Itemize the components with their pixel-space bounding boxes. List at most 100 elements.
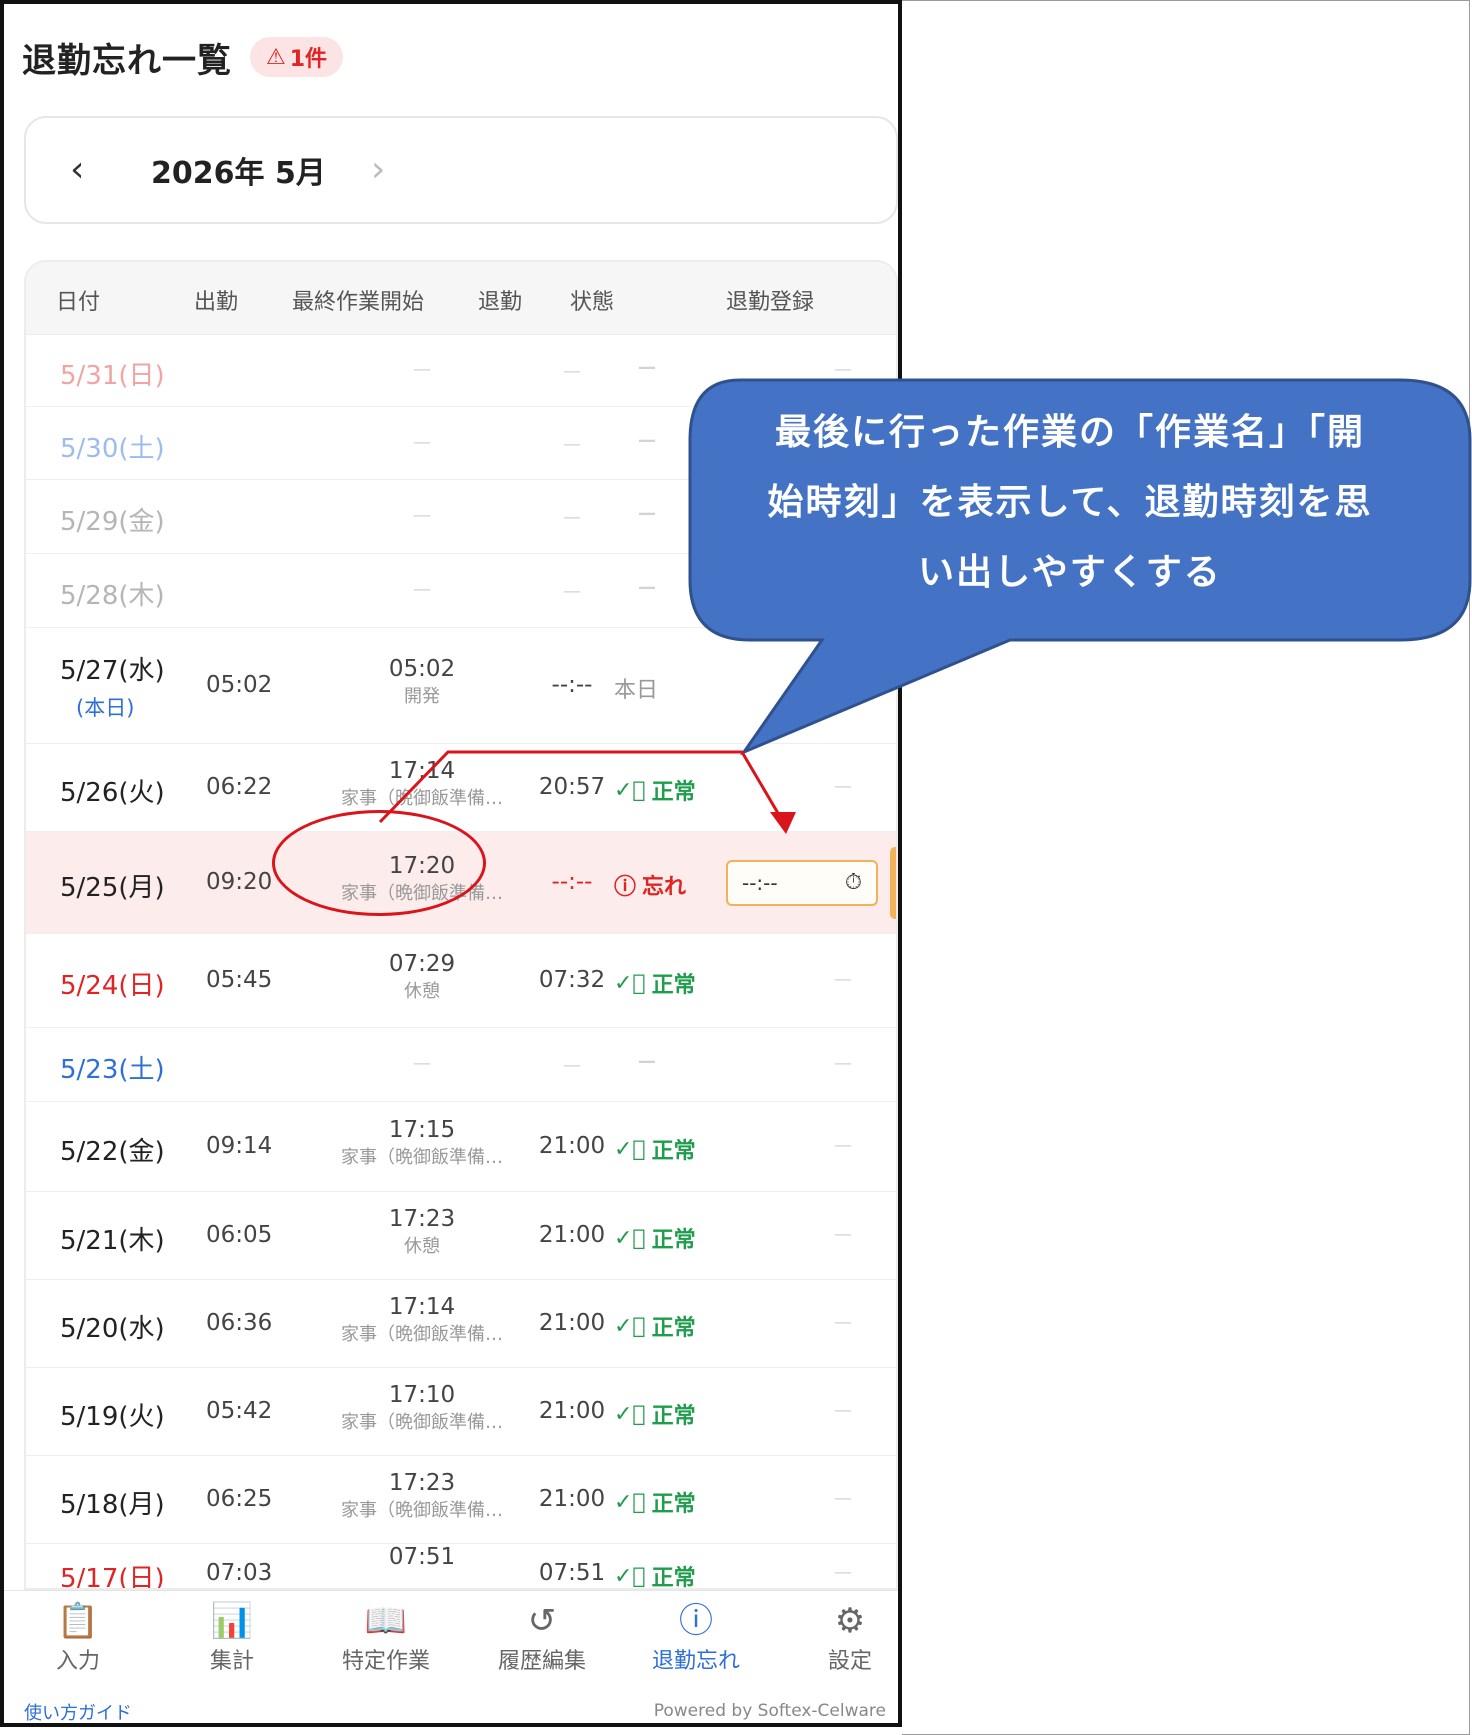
row-clock-out: — bbox=[522, 430, 622, 456]
row-date: 5/28(木) bbox=[60, 581, 165, 611]
clock-out-time-input[interactable]: --:-- ⏱ bbox=[726, 860, 878, 906]
last-task-time: 17:14 bbox=[388, 1294, 456, 1320]
row-status: ✓⃝ 正常 bbox=[614, 1560, 696, 1590]
table-header: 日付 出勤 最終作業開始 退勤 状態 退勤登録 bbox=[26, 262, 896, 335]
callout-line: 始時刻」を表示して、退勤時刻を思 bbox=[767, 482, 1373, 523]
row-date: 5/22(金) bbox=[60, 1137, 165, 1167]
table-row: 5/24(日) 05:45 07:29 休憩 07:32 ✓⃝ 正常 — bbox=[26, 934, 896, 1028]
col-date: 日付 bbox=[56, 290, 101, 315]
callout-line: 最後に行った作業の「作業名」「開 bbox=[774, 412, 1365, 453]
table-row: 5/22(金) 09:14 17:15 家事（晩御飯準備… 21:00 ✓⃝ 正常 — bbox=[26, 1102, 896, 1192]
row-last-task: 17:23 休憩 bbox=[304, 1206, 540, 1258]
annotation-frame bbox=[902, 0, 1470, 1735]
row-date: 5/18(月) bbox=[60, 1490, 165, 1520]
row-date: 5/23(土) bbox=[60, 1055, 165, 1085]
callout-text: 最後に行った作業の「作業名」「開 始時刻」を表示して、退勤時刻を思 い出しやすく… bbox=[690, 398, 1450, 608]
row-status: — bbox=[638, 357, 656, 378]
empty-dash: — bbox=[638, 503, 656, 524]
month-navigator: ‹ 2026年 5月 › bbox=[24, 116, 898, 224]
nav-item-4[interactable]: ⓘ 退勤忘れ bbox=[626, 1599, 766, 1675]
time-input-value: --:-- bbox=[742, 871, 778, 895]
check-circle-icon: ✓⃝ bbox=[614, 970, 646, 996]
clock-icon[interactable]: ⏱ bbox=[845, 862, 862, 904]
nav-item-2[interactable]: 📖 特定作業 bbox=[316, 1599, 456, 1675]
row-last-task: — bbox=[304, 505, 540, 526]
row-last-task: 17:15 家事（晩御飯準備… bbox=[304, 1117, 540, 1169]
row-status: ✓⃝ 正常 bbox=[614, 1398, 696, 1430]
row-last-task: 17:14 家事（晩御飯準備… bbox=[304, 758, 540, 810]
row-clock-out: — bbox=[522, 577, 622, 603]
alert-circle-icon: ⓘ bbox=[679, 1601, 713, 1641]
row-clock-out: — bbox=[522, 503, 622, 529]
row-date: 5/27(水) bbox=[60, 656, 165, 686]
forgot-count-badge: ⚠ 1件 bbox=[250, 37, 344, 77]
today-tag: (本日) bbox=[76, 696, 135, 720]
row-status: ✓⃝ 正常 bbox=[614, 1133, 696, 1165]
nav-item-1[interactable]: 📊 集計 bbox=[162, 1599, 302, 1675]
row-clock-in: 07:03 bbox=[206, 1560, 273, 1586]
row-clock-out: 20:57 bbox=[538, 774, 606, 800]
row-register-empty: — bbox=[834, 969, 852, 990]
row-status: ✓⃝ 正常 bbox=[614, 1486, 696, 1518]
check-circle-icon: ✓⃝ bbox=[614, 1136, 646, 1162]
empty-dash: — bbox=[413, 579, 431, 600]
clipboard-icon: 📋 bbox=[56, 1601, 100, 1641]
row-last-task: — bbox=[304, 579, 540, 600]
row-clock-out: --:-- bbox=[551, 672, 593, 698]
row-last-task: 17:14 家事（晩御飯準備… bbox=[304, 1294, 540, 1346]
nav-item-0[interactable]: 📋 入力 bbox=[8, 1599, 148, 1675]
row-last-task: 17:10 家事（晩御飯準備… bbox=[304, 1382, 540, 1434]
check-circle-icon: ✓⃝ bbox=[614, 1225, 646, 1251]
row-date: 5/30(土) bbox=[60, 433, 165, 464]
highlight-ellipse bbox=[272, 810, 486, 916]
last-task-name: 家事（晩御飯準備… bbox=[341, 1500, 503, 1521]
prev-month-button[interactable]: ‹ bbox=[70, 144, 84, 196]
empty-dash: — bbox=[563, 360, 581, 382]
page-header: 退勤忘れ一覧 ⚠ 1件 bbox=[22, 32, 344, 82]
empty-dash: — bbox=[638, 429, 656, 451]
nav-item-5[interactable]: ⚙ 設定 bbox=[780, 1599, 898, 1675]
col-clock-out: 退勤 bbox=[478, 290, 523, 315]
table-row: 5/18(月) 06:25 17:23 家事（晩御飯準備… 21:00 ✓⃝ 正常 — bbox=[26, 1456, 896, 1544]
status-label: 正常 bbox=[651, 1316, 696, 1341]
last-task-time: 17:15 bbox=[388, 1117, 456, 1143]
table-row: 5/26(火) 06:22 17:14 家事（晩御飯準備… 20:57 ✓⃝ 正常 — bbox=[26, 744, 896, 832]
row-register-empty: — bbox=[834, 776, 852, 797]
row-status: ✓⃝ 正常 bbox=[614, 1310, 696, 1342]
table-row: 5/17(日) 07:03 07:51 07:51 ✓⃝ 正常 — bbox=[26, 1544, 896, 1590]
last-task-time: 17:14 bbox=[388, 758, 456, 784]
table-row: 5/27(水) (本日) 05:02 05:02 開発 --:-- 本日 bbox=[26, 628, 896, 744]
nav-label: 特定作業 bbox=[341, 1649, 430, 1674]
empty-dash: — bbox=[413, 431, 431, 453]
status-label: 正常 bbox=[651, 1566, 696, 1590]
history-icon: ↺ bbox=[527, 1601, 557, 1641]
table-row: 5/19(火) 05:42 17:10 家事（晩御飯準備… 21:00 ✓⃝ 正常 — bbox=[26, 1368, 896, 1456]
row-register-empty: — bbox=[834, 1488, 852, 1509]
row-register-empty: — bbox=[834, 1400, 852, 1421]
row-last-task: 05:02 開発 bbox=[304, 656, 540, 708]
row-clock-out: 21:00 bbox=[538, 1222, 606, 1248]
row-date: 5/31(日) bbox=[60, 360, 165, 391]
row-status: — bbox=[638, 577, 656, 598]
nav-item-3[interactable]: ↺ 履歴編集 bbox=[472, 1599, 612, 1675]
row-register-empty: — bbox=[834, 358, 852, 380]
alert-circle-icon: ⓘ bbox=[614, 875, 637, 900]
row-clock-in: 06:36 bbox=[206, 1310, 273, 1336]
check-circle-icon: ✓⃝ bbox=[614, 777, 646, 803]
bar-chart-icon: 📊 bbox=[210, 1601, 254, 1641]
nav-label: 退勤忘れ bbox=[651, 1649, 740, 1674]
row-clock-out: — bbox=[522, 1051, 622, 1077]
row-date: 5/25(月) bbox=[60, 873, 165, 903]
bottom-nav: 📋 入力 📊 集計 📖 特定作業 ↺ 履歴編集 ⓘ 退勤忘れ ⚙ 設定 bbox=[4, 1590, 898, 1693]
empty-dash: — bbox=[563, 581, 581, 602]
nav-label: 履歴編集 bbox=[497, 1649, 586, 1674]
next-month-button[interactable]: › bbox=[371, 144, 385, 196]
row-last-task: — bbox=[304, 1053, 540, 1074]
row-date: 5/29(金) bbox=[60, 507, 165, 537]
empty-dash: — bbox=[638, 577, 656, 598]
table-row: 5/20(水) 06:36 17:14 家事（晩御飯準備… 21:00 ✓⃝ 正常 — bbox=[26, 1280, 896, 1368]
row-status: — bbox=[638, 430, 656, 451]
status-label: 本日 bbox=[614, 678, 659, 703]
guide-link[interactable]: 使い方ガイド bbox=[24, 1699, 132, 1723]
row-date: 5/21(木) bbox=[60, 1226, 165, 1256]
